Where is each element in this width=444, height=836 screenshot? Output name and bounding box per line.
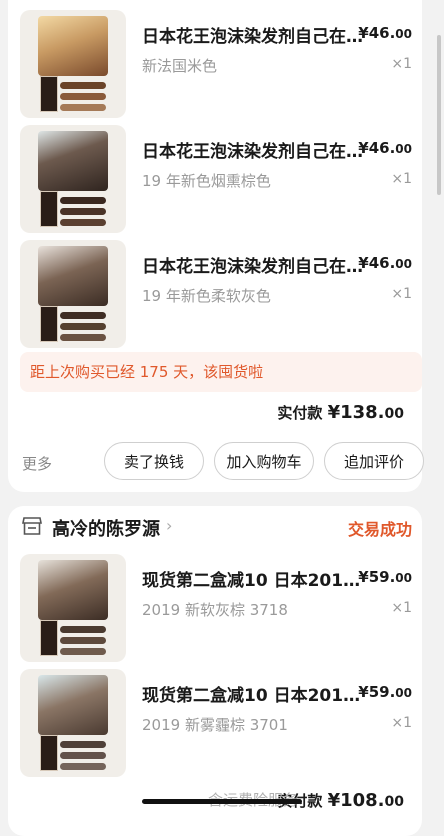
add-to-cart-button[interactable]: 加入购物车 xyxy=(214,442,314,480)
item-quantity: ×1 xyxy=(391,715,412,731)
color-swatch xyxy=(60,93,106,100)
item-title[interactable]: 现货第二盒减10 日本2019新品花王 xyxy=(142,566,368,591)
model-photo xyxy=(38,560,108,620)
item-price: ¥46.00 xyxy=(358,139,412,157)
home-indicator[interactable] xyxy=(142,799,302,804)
model-photo xyxy=(38,246,108,306)
item-price: ¥59.00 xyxy=(358,568,412,586)
repurchase-reminder[interactable]: 距上次购买已经 175 天，该囤货啦 xyxy=(20,352,422,392)
shop-name[interactable]: 高冷的陈罗源 xyxy=(52,515,160,541)
more-link[interactable]: 更多 xyxy=(22,453,52,474)
color-swatch xyxy=(60,82,106,89)
item-quantity: ×1 xyxy=(391,600,412,616)
product-box xyxy=(40,306,58,342)
item-title[interactable]: 现货第二盒减10 日本2019新品花王 xyxy=(142,681,368,706)
order-status: 交易成功 xyxy=(347,520,412,539)
model-photo xyxy=(38,16,108,76)
order-item[interactable]: 日本花王泡沫染发剂自己在家染发 ¥46.00 19 年新色柔软灰色 ×1 xyxy=(20,240,422,348)
product-box xyxy=(40,76,58,112)
product-thumbnail[interactable] xyxy=(20,240,126,348)
item-price: ¥59.00 xyxy=(358,683,412,701)
item-variant: 2019 新雾霾棕 3701 xyxy=(142,716,288,734)
order-item[interactable]: 现货第二盒减10 日本2019新品花王 ¥59.00 2019 新软灰棕 371… xyxy=(20,554,422,662)
color-swatch xyxy=(60,197,106,204)
item-quantity: ×1 xyxy=(391,286,412,302)
shop-icon xyxy=(22,517,42,535)
color-swatch xyxy=(60,637,106,644)
color-swatch xyxy=(60,323,106,330)
item-variant: 19 年新色烟熏棕色 xyxy=(142,172,271,190)
order-item[interactable]: 日本花王泡沫染发剂自己在家染发 ¥46.00 新法国米色 ×1 xyxy=(20,10,422,118)
add-review-button[interactable]: 追加评价 xyxy=(324,442,424,480)
product-thumbnail[interactable] xyxy=(20,125,126,233)
item-price: ¥46.00 xyxy=(358,254,412,272)
product-box xyxy=(40,735,58,771)
resell-button[interactable]: 卖了换钱 xyxy=(104,442,204,480)
color-swatch xyxy=(60,104,106,111)
color-swatch xyxy=(60,763,106,770)
color-swatch xyxy=(60,741,106,748)
scrollbar[interactable] xyxy=(437,35,441,195)
order-card: 日本花王泡沫染发剂自己在家染发 ¥46.00 新法国米色 ×1 日本花王泡沫染发… xyxy=(8,0,424,492)
item-price: ¥46.00 xyxy=(358,24,412,42)
color-swatch xyxy=(60,752,106,759)
product-thumbnail[interactable] xyxy=(20,10,126,118)
order-item[interactable]: 日本花王泡沫染发剂自己在家染发 ¥46.00 19 年新色烟熏棕色 ×1 xyxy=(20,125,422,233)
color-swatch xyxy=(60,208,106,215)
color-swatch xyxy=(60,312,106,319)
order-total: 实付款 ¥138.00 xyxy=(277,402,404,423)
item-title[interactable]: 日本花王泡沫染发剂自己在家染发 xyxy=(142,252,368,277)
order-item[interactable]: 现货第二盒减10 日本2019新品花王 ¥59.00 2019 新雾霾棕 370… xyxy=(20,669,422,777)
order-card: 高冷的陈罗源 › 交易成功 现货第二盒减10 日本2019新品花王 ¥59.00… xyxy=(8,506,422,836)
product-thumbnail[interactable] xyxy=(20,554,126,662)
chevron-right-icon[interactable]: › xyxy=(166,516,172,535)
product-box xyxy=(40,191,58,227)
model-photo xyxy=(38,675,108,735)
item-title[interactable]: 日本花王泡沫染发剂自己在家染发 xyxy=(142,137,368,162)
color-swatch xyxy=(60,334,106,341)
item-variant: 2019 新软灰棕 3718 xyxy=(142,601,288,619)
item-quantity: ×1 xyxy=(391,56,412,72)
color-swatch xyxy=(60,648,106,655)
product-thumbnail[interactable] xyxy=(20,669,126,777)
color-swatch xyxy=(60,626,106,633)
product-box xyxy=(40,620,58,656)
item-quantity: ×1 xyxy=(391,171,412,187)
model-photo xyxy=(38,131,108,191)
item-variant: 新法国米色 xyxy=(142,57,218,75)
item-title[interactable]: 日本花王泡沫染发剂自己在家染发 xyxy=(142,22,368,47)
item-variant: 19 年新色柔软灰色 xyxy=(142,287,271,305)
color-swatch xyxy=(60,219,106,226)
